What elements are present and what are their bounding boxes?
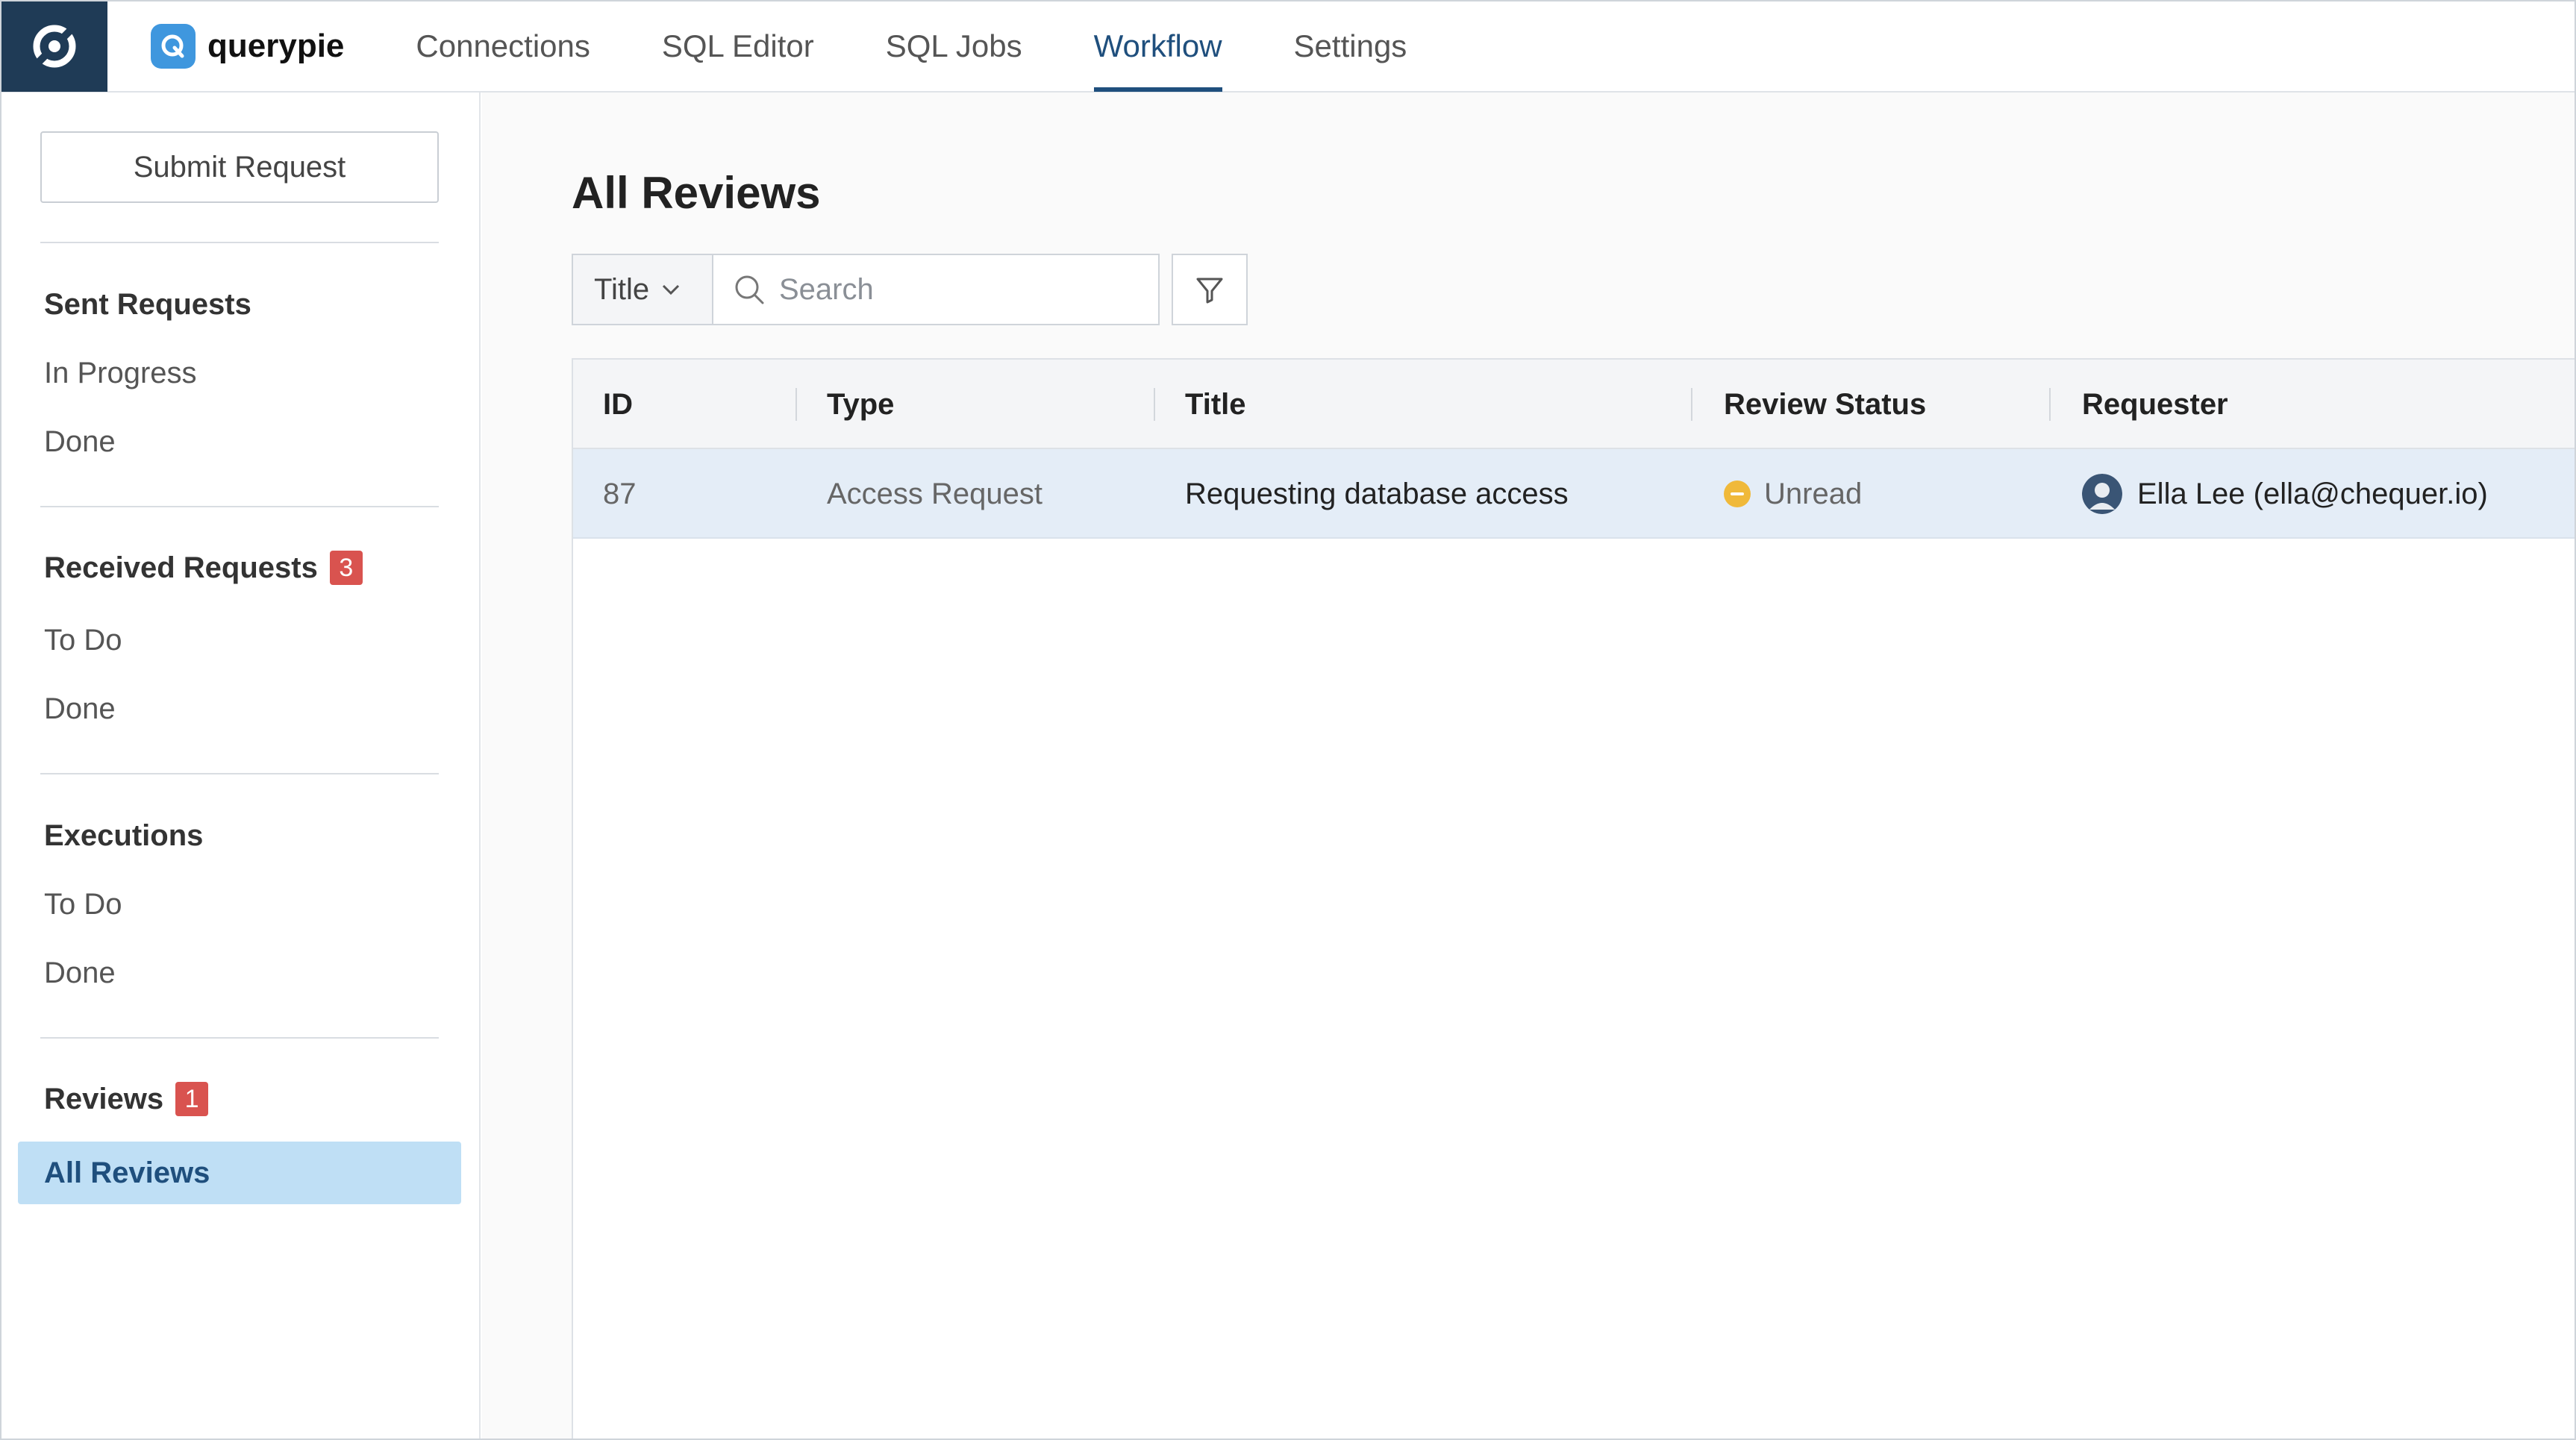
table-header: ID Type Title Review Status Requester: [573, 360, 2575, 449]
column-header-review-status[interactable]: Review Status: [1724, 360, 1926, 449]
sidebar-item-all-reviews[interactable]: All Reviews: [18, 1142, 461, 1204]
brand[interactable]: querypie: [151, 24, 344, 69]
column-resize-handle[interactable]: [1691, 388, 1692, 421]
column-resize-handle[interactable]: [795, 388, 797, 421]
sidebar-item-executions-done[interactable]: Done: [44, 957, 116, 990]
main-nav: Connections SQL Editor SQL Jobs Workflow…: [396, 1, 1459, 92]
brand-name: querypie: [207, 28, 345, 64]
search-field-value: Title: [594, 272, 650, 306]
section-title-sent-requests: Sent Requests: [44, 288, 251, 322]
sidebar-item-received-done[interactable]: Done: [44, 692, 116, 726]
column-header-title[interactable]: Title: [1185, 360, 1246, 449]
reviews-count-badge: 1: [175, 1082, 209, 1116]
search-icon: [735, 275, 764, 304]
requester-name: Ella Lee (ella@chequer.io): [2137, 477, 2488, 510]
section-title-reviews: Reviews 1: [44, 1082, 209, 1116]
sidebar-divider: [40, 242, 439, 243]
cell-requester: Ella Lee (ella@chequer.io): [2082, 449, 2488, 539]
minus-circle-icon: [1724, 480, 1751, 507]
search-box: [712, 254, 1160, 325]
chevron-down-icon: [663, 284, 680, 295]
app-logo[interactable]: [1, 1, 107, 92]
cell-id: 87: [603, 477, 637, 510]
cell-type: Access Request: [827, 477, 1043, 510]
sidebar-item-executions-todo[interactable]: To Do: [44, 888, 122, 921]
nav-tab-sql-editor[interactable]: SQL Editor: [643, 1, 834, 92]
filter-icon: [1196, 278, 1223, 304]
column-resize-handle[interactable]: [2049, 388, 2051, 421]
avatar-icon: [2082, 474, 2122, 514]
nav-tab-settings[interactable]: Settings: [1275, 1, 1427, 92]
sidebar-divider: [40, 773, 439, 774]
column-resize-handle[interactable]: [1154, 388, 1155, 421]
column-header-requester[interactable]: Requester: [2082, 360, 2228, 449]
section-title-label: Received Requests: [44, 551, 318, 584]
querypie-q-icon: [151, 24, 196, 69]
sidebar-item-sent-in-progress[interactable]: In Progress: [44, 357, 197, 390]
reviews-table: ID Type Title Review Status Requester 87…: [572, 358, 2575, 1439]
querypie-app-icon: [33, 25, 76, 68]
section-title-label: Sent Requests: [44, 288, 251, 321]
main-content: All Reviews Title Search ID Type Title R…: [482, 93, 2575, 1439]
page-title: All Reviews: [572, 168, 821, 218]
submit-request-button[interactable]: Submit Request: [40, 131, 439, 203]
top-navbar: querypie Connections SQL Editor SQL Jobs…: [1, 1, 2575, 93]
sidebar-item-sent-done[interactable]: Done: [44, 425, 116, 459]
cell-review-status: Unread: [1724, 449, 1862, 539]
section-title-received-requests: Received Requests 3: [44, 551, 363, 585]
search-input[interactable]: [779, 272, 1137, 307]
sidebar-item-received-todo[interactable]: To Do: [44, 624, 122, 657]
nav-tab-sql-jobs[interactable]: SQL Jobs: [866, 1, 1042, 92]
column-header-id[interactable]: ID: [603, 360, 633, 449]
sidebar: Submit Request Sent Requests In Progress…: [1, 93, 481, 1439]
app-window: querypie Connections SQL Editor SQL Jobs…: [0, 0, 2576, 1440]
section-title-executions: Executions: [44, 819, 203, 853]
search-toolbar: Title: [572, 254, 1248, 325]
received-requests-count-badge: 3: [329, 551, 363, 585]
nav-tab-workflow[interactable]: Workflow: [1075, 1, 1242, 92]
sidebar-divider: [40, 1037, 439, 1039]
filter-button[interactable]: [1172, 254, 1248, 325]
search-field-select[interactable]: Title: [572, 254, 712, 325]
cell-title: Requesting database access: [1185, 477, 1569, 510]
nav-tab-connections[interactable]: Connections: [396, 1, 609, 92]
status-label: Unread: [1764, 477, 1863, 510]
section-title-label: Executions: [44, 819, 204, 852]
section-title-label: Reviews: [44, 1082, 164, 1115]
table-row[interactable]: 87 Access Request Requesting database ac…: [573, 449, 2575, 539]
column-header-type[interactable]: Type: [827, 360, 894, 449]
sidebar-divider: [40, 506, 439, 507]
